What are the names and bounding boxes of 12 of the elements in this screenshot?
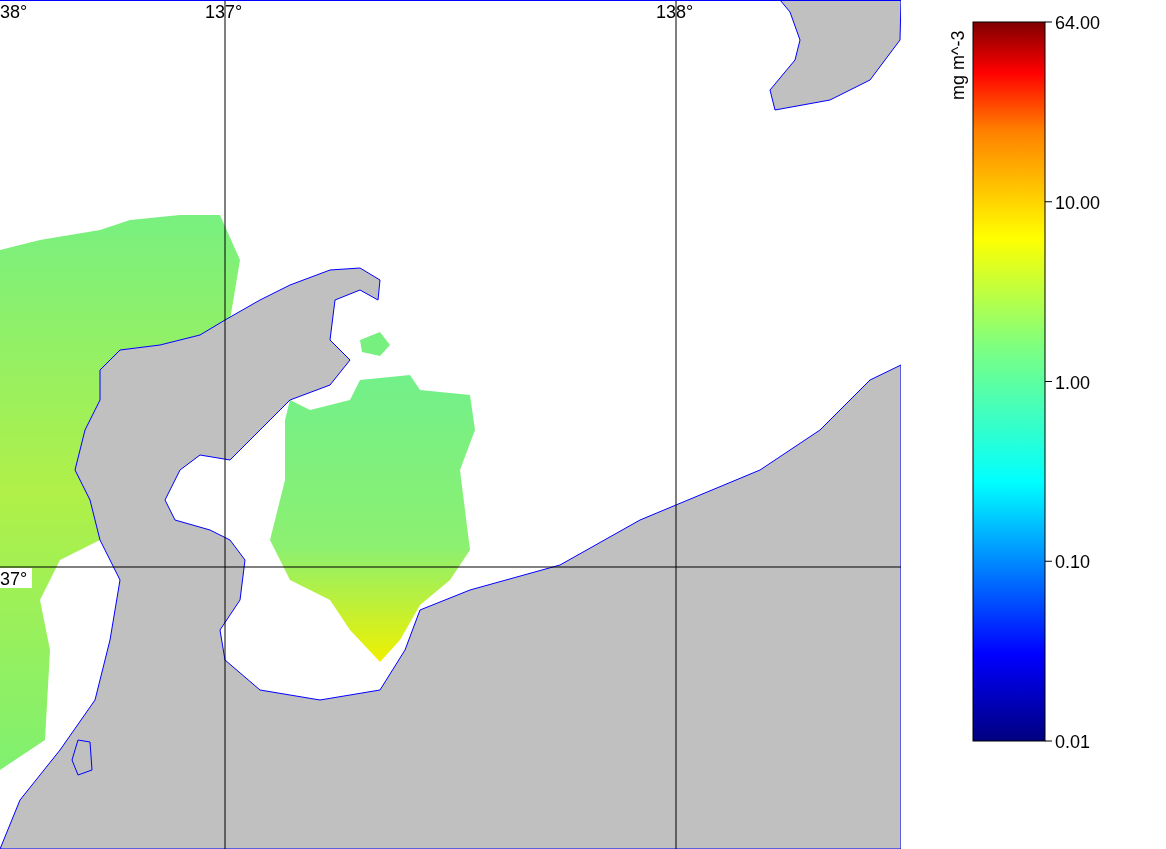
scale-tick-label: 0.01 — [1055, 732, 1091, 752]
chlorophyll-area — [360, 332, 390, 356]
scale-tick-label: 0.10 — [1055, 552, 1091, 573]
scale-tick-label: 10.00 — [1055, 192, 1101, 213]
longitude-label: 137° — [205, 2, 243, 22]
longitude-label: 138° — [656, 2, 694, 22]
scale-tick-label: 1.00 — [1055, 372, 1091, 393]
latitude-label: 37° — [0, 569, 28, 589]
island-shape — [71, 739, 93, 776]
scale-tick-label: 64.00 — [1055, 13, 1101, 33]
unit-label: mg m^-3 — [948, 30, 968, 100]
latitude-label: 38° — [0, 2, 28, 22]
